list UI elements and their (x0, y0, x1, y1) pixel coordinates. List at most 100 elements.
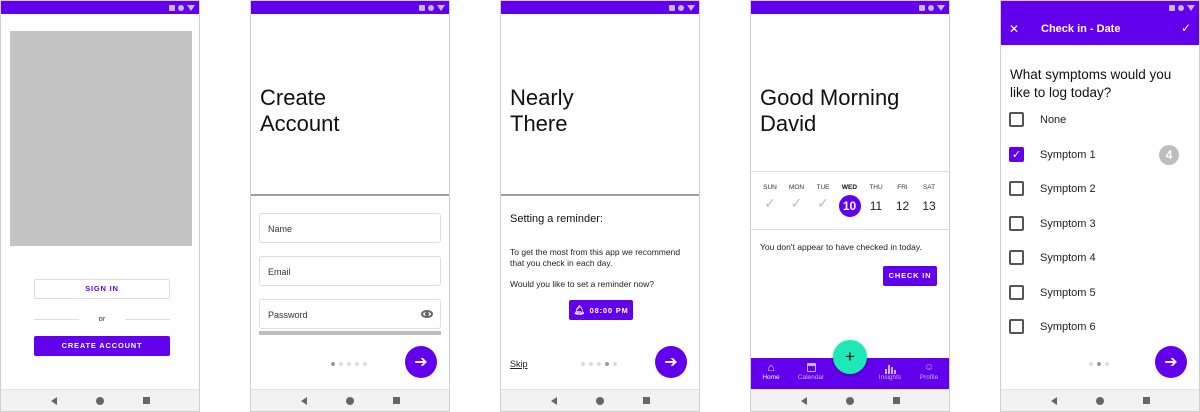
eye-icon[interactable] (421, 310, 433, 318)
nav-tab-profile[interactable]: ☺︎ Profile (913, 362, 945, 381)
title-line: Good Morning (760, 85, 900, 110)
day-mon[interactable]: MON ✓ (784, 184, 810, 212)
question-line: like to log today? (1010, 85, 1112, 100)
day-label: SUN (763, 184, 777, 191)
screen-create-account: Create Account Name Email Password ➔ (250, 0, 450, 412)
option-label: Symptom 6 (1040, 321, 1096, 333)
recents-icon[interactable] (392, 397, 400, 404)
greeting-title: Good Morning David (760, 85, 899, 137)
next-button[interactable]: ➔ (655, 346, 687, 378)
or-divider: or (34, 314, 170, 324)
day-sat[interactable]: SAT 13 (916, 184, 942, 213)
next-button[interactable]: ➔ (1155, 346, 1187, 378)
page-title: Create Account (260, 85, 340, 137)
home-icon[interactable] (95, 396, 104, 405)
day-date-selected: 10 (838, 195, 861, 217)
settings-icon (928, 4, 934, 11)
wifi-icon (187, 4, 195, 11)
reminder-body: To get the most from this app we recomme… (510, 247, 681, 268)
bar-chart-icon (873, 362, 907, 374)
sign-in-button[interactable]: SIGN IN (34, 279, 170, 299)
system-nav-bar (751, 389, 949, 411)
day-label: FRI (897, 184, 908, 191)
checkbox-symptom-1[interactable]: ✓ (1009, 147, 1024, 162)
reminder-time-button[interactable]: 🔔︎ 08:00 PM (569, 300, 633, 320)
checkbox-none[interactable] (1009, 112, 1024, 127)
check-icon: ✓ (790, 195, 803, 211)
back-icon[interactable] (1050, 396, 1057, 405)
title-line: David (760, 111, 817, 136)
home-icon[interactable] (345, 396, 354, 405)
checkbox-symptom-5[interactable] (1009, 285, 1024, 300)
screen-nearly-there: Nearly There Setting a reminder: To get … (500, 0, 700, 412)
day-thu[interactable]: THU 11 (863, 184, 889, 213)
back-icon[interactable] (50, 396, 57, 405)
day-label: THU (869, 184, 883, 191)
signal-icon (419, 4, 425, 11)
day-date: 11 (869, 199, 883, 213)
tab-label: Insights (878, 374, 902, 381)
checkbox-symptom-3[interactable] (1009, 216, 1024, 231)
wifi-icon (687, 4, 695, 11)
name-field[interactable]: Name (259, 213, 441, 243)
email-field[interactable]: Email (259, 256, 441, 286)
title-line: Nearly (510, 85, 574, 110)
back-icon[interactable] (300, 396, 307, 405)
name-placeholder: Name (268, 224, 293, 234)
title-line: Create (260, 85, 327, 110)
person-icon: ☺︎ (923, 362, 935, 373)
nav-tab-home[interactable]: ⌂ Home (755, 362, 787, 381)
page-indicator (331, 362, 367, 366)
home-icon[interactable] (845, 396, 854, 405)
title-line: There (510, 111, 568, 136)
reminder-question: Would you like to set a reminder now? (510, 279, 654, 289)
recents-icon[interactable] (1142, 397, 1150, 404)
close-icon[interactable]: ✕ (1009, 22, 1019, 36)
status-bar (751, 1, 949, 14)
question-line: What symptoms would you (1010, 67, 1172, 82)
day-tue[interactable]: TUE ✓ (810, 184, 836, 212)
nav-tab-insights[interactable]: Insights (873, 362, 907, 381)
divider (751, 171, 949, 172)
checkbox-symptom-2[interactable] (1009, 181, 1024, 196)
status-bar (251, 1, 449, 14)
home-icon[interactable] (1095, 396, 1104, 405)
day-label: SAT (922, 184, 936, 191)
home-icon[interactable] (595, 396, 604, 405)
page-indicator (581, 362, 617, 366)
signal-icon (1169, 4, 1175, 11)
nav-tab-calendar[interactable]: Calendar (793, 362, 829, 381)
day-label: TUE (816, 184, 830, 191)
check-in-button[interactable]: CHECK IN (883, 266, 937, 286)
password-strength-bar (259, 331, 441, 335)
confirm-check-icon[interactable]: ✓ (1181, 21, 1191, 35)
day-sun[interactable]: SUN ✓ (757, 184, 783, 212)
skip-link[interactable]: Skip (510, 359, 528, 369)
recents-icon[interactable] (892, 397, 900, 404)
system-nav-bar (1001, 389, 1199, 411)
checkbox-symptom-4[interactable] (1009, 250, 1024, 265)
back-icon[interactable] (800, 396, 807, 405)
recents-icon[interactable] (642, 397, 650, 404)
day-wed[interactable]: WED 10 (837, 184, 863, 217)
next-button[interactable]: ➔ (405, 346, 437, 378)
hero-image-placeholder (10, 31, 192, 246)
create-account-button[interactable]: CREATE ACCOUNT (34, 336, 170, 356)
option-label: Symptom 3 (1040, 218, 1096, 230)
option-label: Symptom 1 (1040, 149, 1096, 161)
divider (751, 229, 949, 230)
option-label: Symptom 4 (1040, 252, 1096, 264)
password-field[interactable]: Password (259, 299, 441, 329)
tab-label: Calendar (797, 374, 825, 381)
check-icon: ✓ (817, 195, 829, 211)
checkbox-symptom-6[interactable] (1009, 319, 1024, 334)
status-bar (501, 1, 699, 14)
system-nav-bar (251, 389, 449, 411)
day-fri[interactable]: FRI 12 (890, 184, 916, 213)
status-bar (1001, 1, 1199, 14)
settings-icon (178, 4, 184, 11)
app-bar: ✕ Check in - Date ✓ (1001, 14, 1199, 45)
recents-icon[interactable] (142, 397, 150, 404)
back-icon[interactable] (550, 396, 557, 405)
add-fab[interactable]: + (833, 340, 867, 374)
